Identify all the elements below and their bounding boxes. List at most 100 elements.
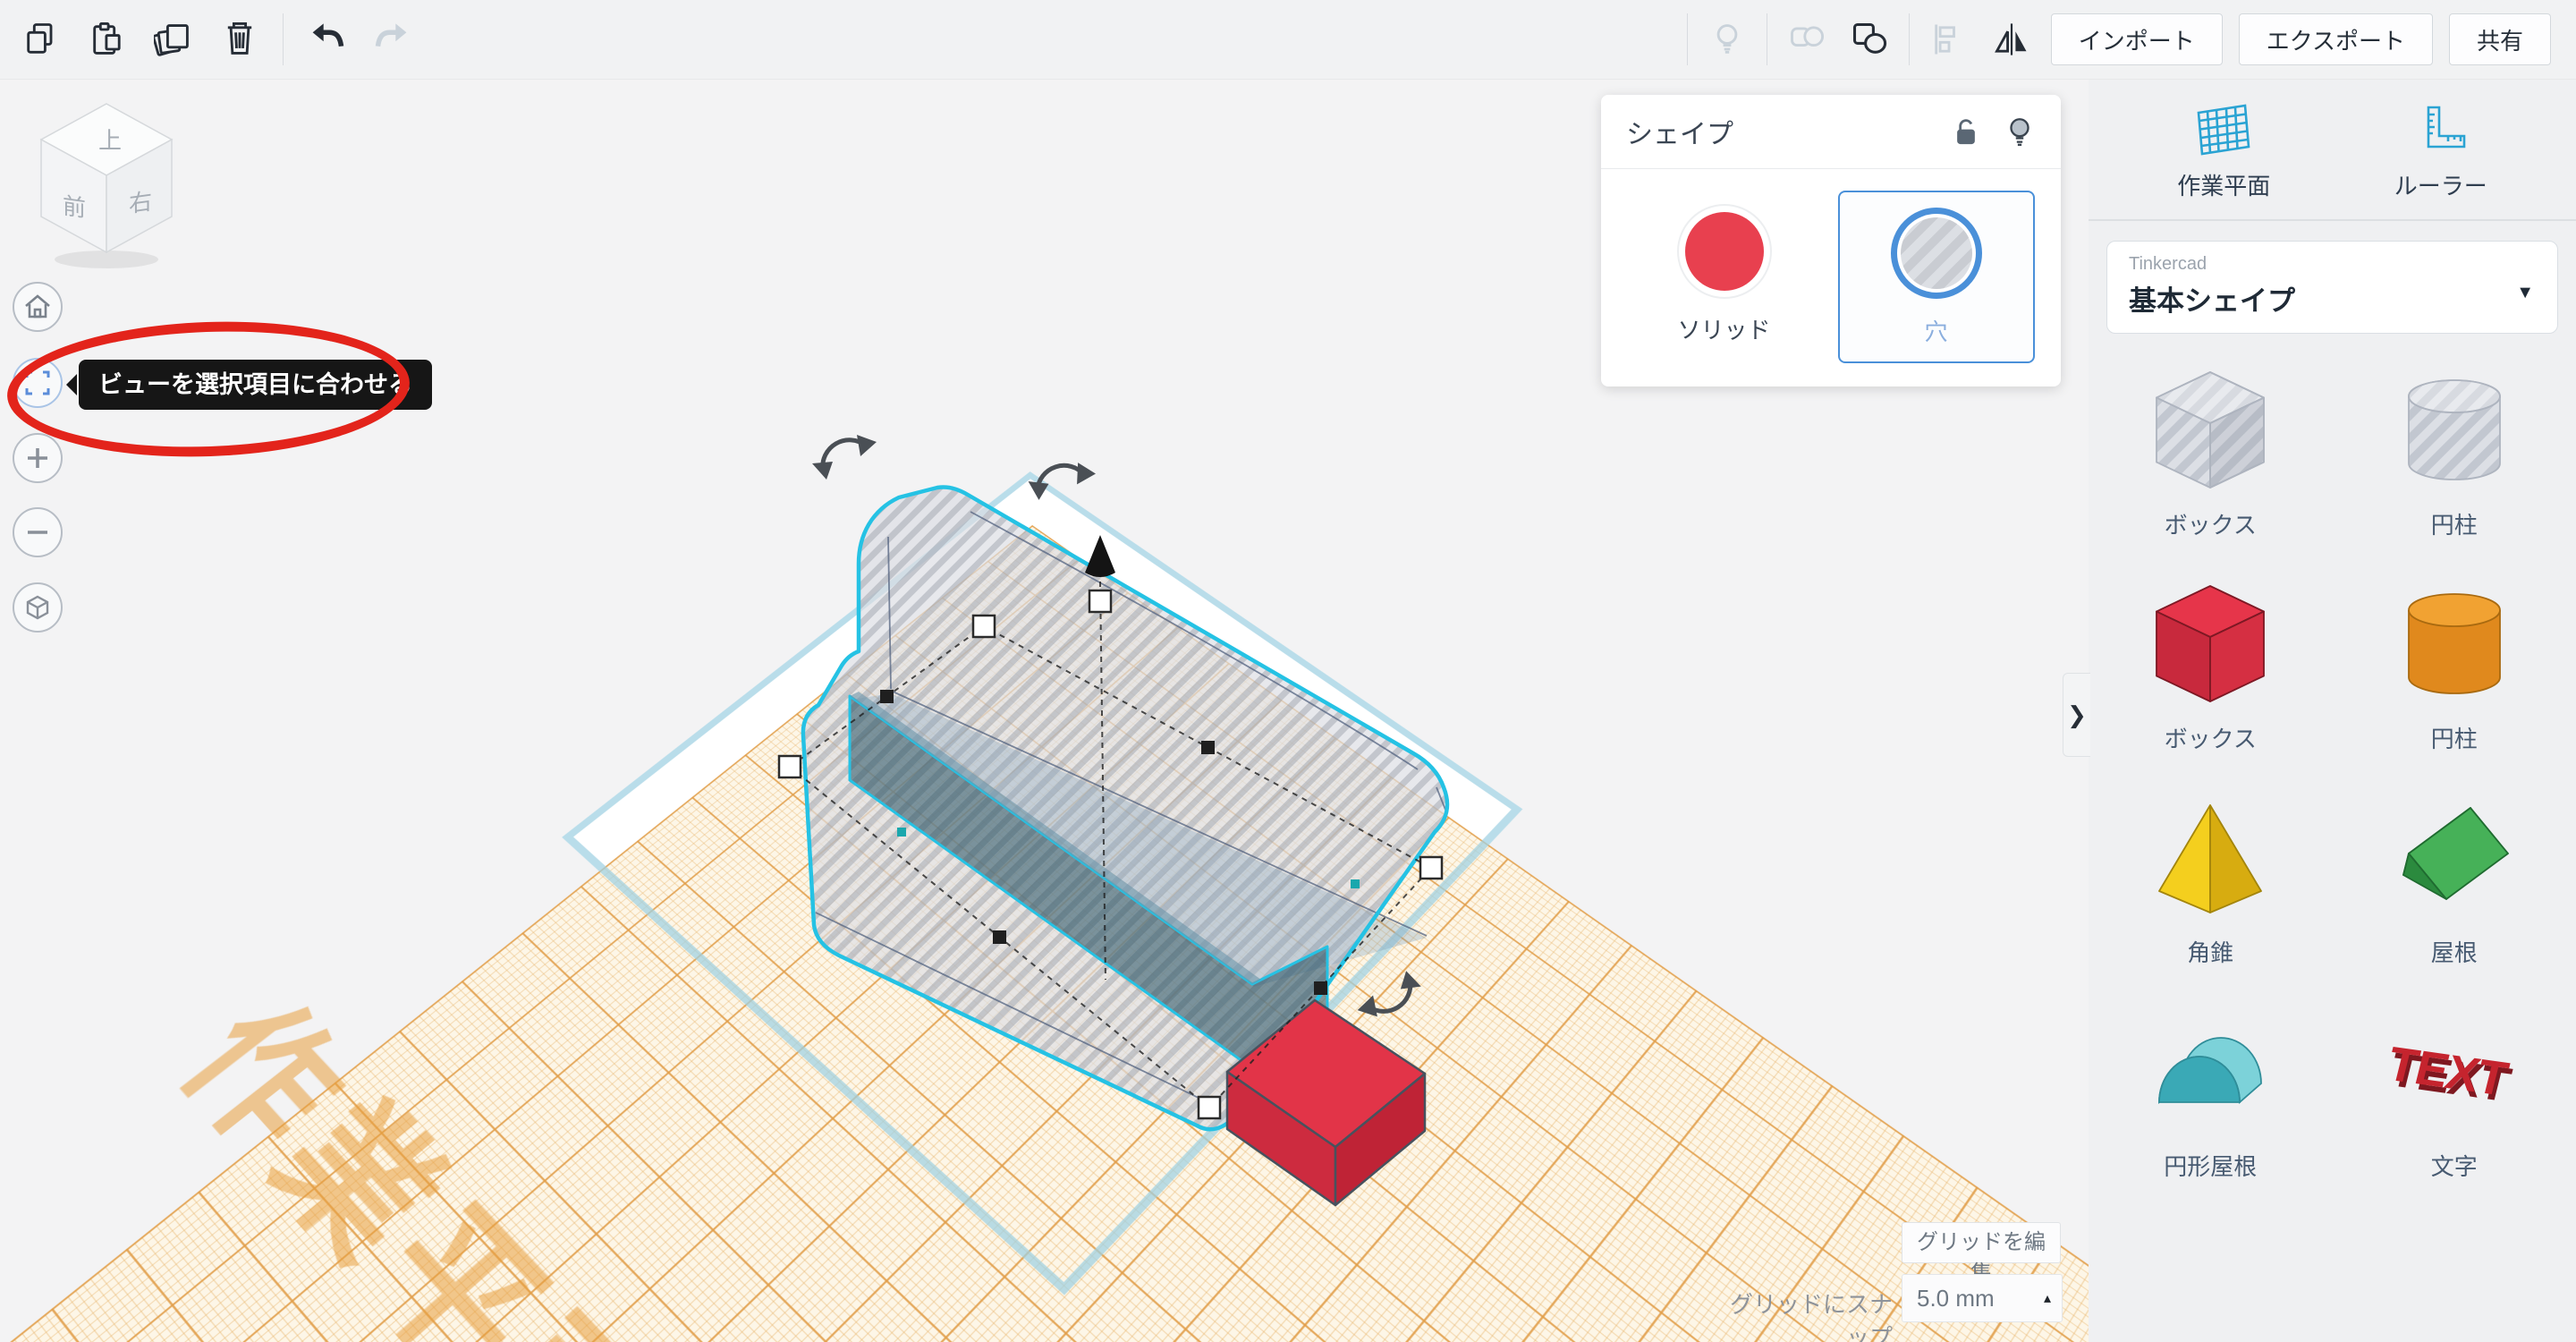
solid-label: ソリッド	[1677, 312, 1770, 345]
align-icon	[1929, 20, 1969, 59]
ruler-tool-label: ルーラー	[2394, 168, 2487, 201]
shape-tile-round-roof[interactable]: 円形屋根	[2143, 1006, 2277, 1182]
box-solid-icon	[2143, 578, 2277, 712]
mirror-icon	[1992, 20, 2031, 59]
view-cube-right-label[interactable]: 右	[129, 188, 152, 218]
copy-button[interactable]	[18, 16, 64, 63]
minus-icon	[22, 517, 53, 548]
shape-label: 屋根	[2431, 935, 2478, 968]
toolbar-divider	[1687, 13, 1688, 65]
paste-icon	[88, 20, 127, 59]
share-button[interactable]: 共有	[2449, 13, 2551, 65]
lightbulb-icon[interactable]	[2004, 115, 2036, 148]
rotate-handle-icon[interactable]	[1025, 454, 1097, 511]
zoom-in-button[interactable]	[13, 433, 63, 483]
cylinder-hole-icon	[2387, 364, 2521, 498]
round-roof-icon	[2143, 1006, 2277, 1140]
ruler-tool[interactable]: ルーラー	[2394, 102, 2487, 201]
home-icon	[22, 292, 53, 322]
perspective-icon	[22, 592, 53, 623]
view-cube-front-label[interactable]: 前	[63, 192, 86, 223]
raise-handle-cone[interactable]	[1085, 535, 1115, 577]
shape-label: 円柱	[2431, 507, 2478, 540]
plus-icon	[22, 443, 53, 473]
copy-icon	[21, 20, 61, 59]
redo-button[interactable]	[369, 16, 416, 63]
zoom-out-button[interactable]	[13, 507, 63, 557]
library-name: 基本シェイプ	[2129, 278, 2536, 319]
group-button[interactable]	[1784, 16, 1830, 63]
shape-tile-pyramid[interactable]: 角錐	[2143, 792, 2277, 968]
shape-tile-roof[interactable]: 屋根	[2387, 792, 2521, 968]
undo-icon	[307, 20, 346, 59]
undo-button[interactable]	[303, 16, 350, 63]
toolbar-divider	[1909, 13, 1910, 65]
shape-tile-box-solid[interactable]: ボックス	[2143, 578, 2277, 754]
shape-tile-text[interactable]: TEXT TEXT 文字	[2387, 1006, 2521, 1182]
group-icon	[1787, 20, 1826, 59]
workplane-tool[interactable]: 作業平面	[2177, 102, 2270, 201]
rotate-handle-icon[interactable]	[812, 435, 877, 480]
shape-library-dropdown[interactable]: Tinkercad 基本シェイプ ▼	[2106, 241, 2558, 334]
pyramid-icon	[2143, 792, 2277, 926]
home-view-button[interactable]	[13, 282, 63, 332]
hole-label: 穴	[1924, 314, 1947, 347]
hole-swatch	[1891, 208, 1982, 299]
show-all-button[interactable]	[1704, 16, 1750, 63]
shape-tile-cylinder-solid[interactable]: 円柱	[2387, 578, 2521, 754]
shape-gallery: ボックス 円柱 ボックス	[2089, 334, 2576, 1182]
sidebar-collapse-tab[interactable]: ❯	[2063, 673, 2090, 757]
hole-option[interactable]: 穴	[1838, 191, 2035, 363]
chevron-down-icon: ▼	[2516, 283, 2534, 303]
snap-grid-dropdown[interactable]: 5.0 mm ▴	[1902, 1274, 2063, 1322]
topbar: インポート エクスポート 共有	[0, 0, 2576, 80]
rotate-handle-icon[interactable]	[1356, 971, 1422, 1017]
lightbulb-icon	[1707, 20, 1747, 59]
fit-view-button[interactable]	[13, 358, 63, 408]
text-shape-icon: TEXT TEXT	[2387, 1006, 2521, 1140]
workplane-tool-icon	[2190, 102, 2258, 159]
edit-grid-button[interactable]: グリッドを編集	[1902, 1222, 2061, 1263]
solid-option[interactable]: ソリッド	[1628, 191, 1821, 360]
cylinder-solid-icon	[2387, 578, 2521, 712]
workplane-tool-label: 作業平面	[2177, 168, 2270, 201]
export-button[interactable]: エクスポート	[2239, 13, 2433, 65]
align-button[interactable]	[1926, 16, 1972, 63]
snap-to-grid-label: グリッドにスナップ	[1708, 1287, 1893, 1342]
import-button[interactable]: インポート	[2051, 13, 2223, 65]
lock-open-icon[interactable]	[1950, 115, 1982, 148]
chevron-up-icon: ▴	[2044, 1289, 2062, 1307]
shape-label: 円柱	[2431, 721, 2478, 754]
shape-label: 円形屋根	[2164, 1149, 2257, 1182]
box-hole-icon	[2143, 364, 2277, 498]
fit-view-tooltip: ビューを選択項目に合わせる	[79, 360, 432, 410]
shape-inspector-panel: シェイプ ソリッド 穴	[1601, 95, 2061, 386]
shape-tile-box-hole[interactable]: ボックス	[2143, 364, 2277, 540]
roof-icon	[2387, 792, 2521, 926]
shape-label: ボックス	[2165, 507, 2257, 540]
ruler-tool-icon	[2407, 102, 2475, 159]
duplicate-icon	[154, 20, 193, 59]
view-cube-top-label[interactable]: 上	[98, 127, 122, 154]
paste-button[interactable]	[84, 16, 131, 63]
solid-swatch	[1685, 212, 1764, 291]
view-cube[interactable]: 上 前 右	[21, 93, 191, 276]
ungroup-button[interactable]	[1846, 16, 1893, 63]
redo-icon	[373, 20, 412, 59]
trash-icon	[220, 20, 259, 59]
snap-grid-value: 5.0 mm	[1902, 1285, 1995, 1312]
mirror-button[interactable]	[1988, 16, 2035, 63]
duplicate-button[interactable]	[150, 16, 197, 63]
shapes-sidebar: 作業平面 ルーラー Tinkercad 基本シェイプ ▼	[2089, 79, 2576, 1342]
shape-label: 文字	[2431, 1149, 2478, 1182]
perspective-toggle-button[interactable]	[13, 582, 63, 633]
fit-view-icon	[22, 368, 53, 398]
library-brand: Tinkercad	[2129, 254, 2536, 275]
shape-label: ボックス	[2165, 721, 2257, 754]
shape-tile-cylinder-hole[interactable]: 円柱	[2387, 364, 2521, 540]
toolbar-divider	[283, 13, 284, 65]
ungroup-icon	[1850, 20, 1889, 59]
shape-label: 角錐	[2187, 935, 2233, 968]
tinkercad-app: 作業平面	[0, 0, 2576, 1342]
delete-button[interactable]	[216, 16, 263, 63]
